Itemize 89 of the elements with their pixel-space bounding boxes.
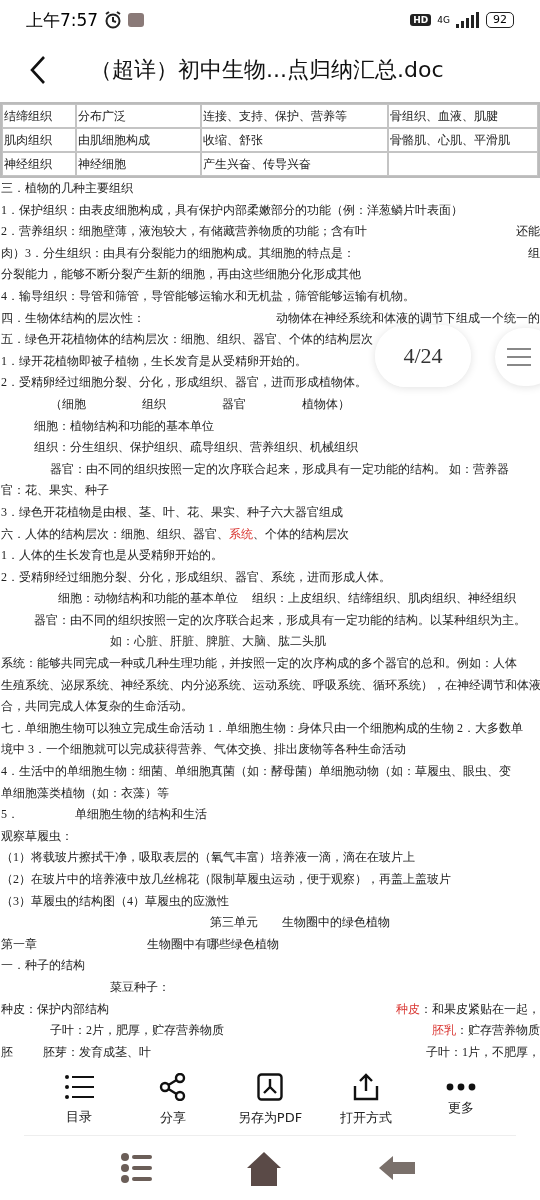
page-indicator: 4/24 — [375, 325, 471, 387]
status-time: 上午7:57 — [26, 8, 99, 32]
document-text: 观察草履虫： — [1, 827, 73, 845]
document-text: 肉）3．分生组织：由具有分裂能力的细胞构成。其细胞的特点是： — [1, 244, 355, 262]
list-icon — [64, 1074, 95, 1100]
recents-icon[interactable] — [121, 1153, 153, 1183]
document-text: 器官 — [222, 395, 246, 413]
table-cell: 神经组织 — [2, 152, 76, 176]
back-icon[interactable] — [28, 55, 48, 85]
table-cell: 结缔组织 — [2, 104, 76, 128]
document-text: 2．营养组织：细胞壁薄，液泡较大，有储藏营养物质的功能；含有叶 — [1, 223, 367, 241]
document-text: 植物体） — [302, 395, 350, 413]
document-text: 种皮：和果皮紧贴在一起， — [396, 1000, 540, 1018]
menu-button[interactable] — [495, 328, 540, 386]
document-title: （超详）初中生物...点归纳汇总.doc — [90, 56, 444, 84]
document-text: 种皮：保护内部结构 — [1, 1000, 109, 1018]
document-text: 1．保护组织：由表皮细胞构成，具有保护内部柔嫩部分的功能（例：洋葱鳞片叶表面） — [1, 201, 463, 219]
document-text: 胚芽：发育成茎、叶 — [43, 1043, 151, 1061]
document-text: 组织：分生组织、保护组织、疏导组织、营养组织、机械组织 — [34, 439, 358, 457]
table-cell: 由肌细胞构成 — [76, 128, 201, 152]
document-text: 4．生活中的单细胞生物：细菌、单细胞真菌（如：酵母菌）单细胞动物（如：草履虫、眼虫、变 — [1, 763, 511, 781]
table-cell: 神经细胞 — [76, 152, 201, 176]
table-cell: 骨骼肌、心肌、平滑肌 — [388, 128, 538, 152]
document-text: 合，共同完成人体复杂的生命活动。 — [1, 698, 193, 716]
document-text: 器官：由不同的组织按照一定的次序联合起来，形成具有一定功能的结构。以某种组织为主。 — [34, 611, 526, 629]
document-text: 细胞：动物结构和功能的基本单位 — [58, 590, 238, 608]
document-text: 5． — [1, 806, 19, 824]
document-text: 分裂能力，能够不断分裂产生新的细胞，再由这些细胞分化形成其他 — [1, 266, 361, 284]
document-text: 4．输导组织：导管和筛管，导管能够运输水和无机盐，筛管能够运输有机物。 — [1, 287, 415, 305]
document-text: 子叶：2片，肥厚，贮存营养物质 — [50, 1022, 224, 1040]
document-text: 七．单细胞生物可以独立完成生命活动 1．单细胞生物：身体只由一个细胞构成的生物 2．大多数单 — [1, 719, 523, 737]
alarm-icon — [104, 11, 123, 29]
document-text: 胚 — [1, 1043, 13, 1061]
document-text: 3．绿色开花植物是由根、茎、叶、花、果实、种子六大器官组成 — [1, 503, 343, 521]
share-icon — [159, 1073, 188, 1101]
document-text: 第一章 — [1, 935, 37, 953]
network-label: 4G — [437, 15, 450, 25]
document-text: 1．绿开花植物即被子植物，生长发育是从受精卵开始的。 — [1, 352, 307, 370]
document-text: 器官：由不同的组织按照一定的次序联合起来，形成具有一定功能的结构。 如：营养器 — [50, 460, 509, 478]
toolbar-button[interactable]: 目录 — [49, 1074, 110, 1126]
document-text: 五．绿色开花植物体的结构层次：细胞、组织、器官、个体的结构层次 — [1, 331, 373, 349]
document-text: （细胞 — [50, 395, 86, 413]
document-text: 1．人体的生长发育也是从受精卵开始的。 — [1, 547, 223, 565]
table-cell: 收缩、舒张 — [201, 128, 388, 152]
document-text: 第三单元 — [210, 914, 258, 932]
document-text: 一．种子的结构 — [1, 957, 85, 975]
document-text: 组织 — [142, 395, 166, 413]
more-icon — [445, 1083, 476, 1091]
document-text: 系统：能够共同完成一种或几种生理功能，并按照一定的次序构成的多个器官的总和。例如：人体 — [1, 655, 517, 673]
document-text: 组织：上皮组织、结缔组织、肌肉组织、神经组织 — [252, 590, 516, 608]
app-notification-icon — [128, 13, 145, 27]
table-cell: 骨组织、血液、肌腱 — [388, 104, 538, 128]
signal-icon — [456, 12, 480, 28]
document-text: （2）在玻片中的培养液中放几丝棉花（限制草履虫运动，便于观察），再盖上盖玻片 — [1, 871, 451, 888]
document-text: 单细胞生物的结构和生活 — [75, 806, 207, 824]
document-text: （1）将载玻片擦拭干净，吸取表层的（氧气丰富）培养液一滴，滴在在玻片上 — [1, 849, 415, 867]
table-cell: 产生兴奋、传导兴奋 — [201, 152, 388, 176]
toolbar-button[interactable]: 分享 — [143, 1073, 204, 1127]
menu-icon — [507, 347, 531, 367]
toolbar-button[interactable]: 打开方式 — [336, 1073, 397, 1127]
document-text: 组 — [528, 244, 540, 262]
document-text: 如：心脏、肝脏、脾脏、大脑、肱二头肌 — [110, 633, 326, 651]
document-text: 子叶：1片，不肥厚， — [426, 1043, 540, 1061]
document-text: 生殖系统、泌尿系统、神经系统、内分泌系统、运动系统、呼吸系统、循环系统），在神经调节和体液 — [1, 676, 540, 694]
document-text: 细胞：植物结构和功能的基本单位 — [34, 417, 214, 435]
document-text: 菜豆种子： — [110, 978, 170, 996]
hd-badge: HD — [410, 14, 432, 26]
document-text: 还能 — [516, 223, 540, 241]
document-text: 生物圈中有哪些绿色植物 — [147, 935, 279, 953]
document-text: 胚乳：贮存营养物质 — [432, 1022, 540, 1040]
table-cell: 分布广泛 — [76, 104, 201, 128]
document-text: 官：花、果实、种子 — [1, 482, 109, 500]
document-text: 四．生物体结构的层次性： — [1, 309, 145, 327]
table-cell: 连接、支持、保护、营养等 — [201, 104, 388, 128]
document-text: 六．人体的结构层次：细胞、组织、器官、系统、个体的结构层次 — [1, 525, 349, 543]
battery-indicator: 92 — [486, 12, 514, 28]
toolbar-button[interactable]: 另存为PDF — [237, 1073, 303, 1127]
document-text: 三．植物的几种主要组织 — [1, 180, 133, 197]
table-cell: 肌肉组织 — [2, 128, 76, 152]
upload-icon — [352, 1073, 381, 1101]
document-text: 境中 3．一个细胞就可以完成获得营养、气体交换、排出废物等各种生命活动 — [1, 741, 406, 759]
document-text: 单细胞藻类植物（如：衣藻）等 — [1, 784, 169, 802]
document-text: 2．受精卵经过细胞分裂、分化，形成组织、器官，进而形成植物体。 — [1, 374, 367, 392]
document-text: 2．受精卵经过细胞分裂、分化，形成组织、器官、系统，进而形成人体。 — [1, 568, 391, 586]
pdf-icon — [256, 1073, 283, 1101]
document-text: （3）草履虫的结构图（4）草履虫的应激性 — [1, 892, 229, 910]
toolbar-button[interactable]: 更多 — [430, 1083, 491, 1117]
document-text: 动物体在神经系统和体液的调节下组成一个统一的 — [276, 309, 540, 327]
document-text: 生物圈中的绿色植物 — [282, 914, 390, 932]
